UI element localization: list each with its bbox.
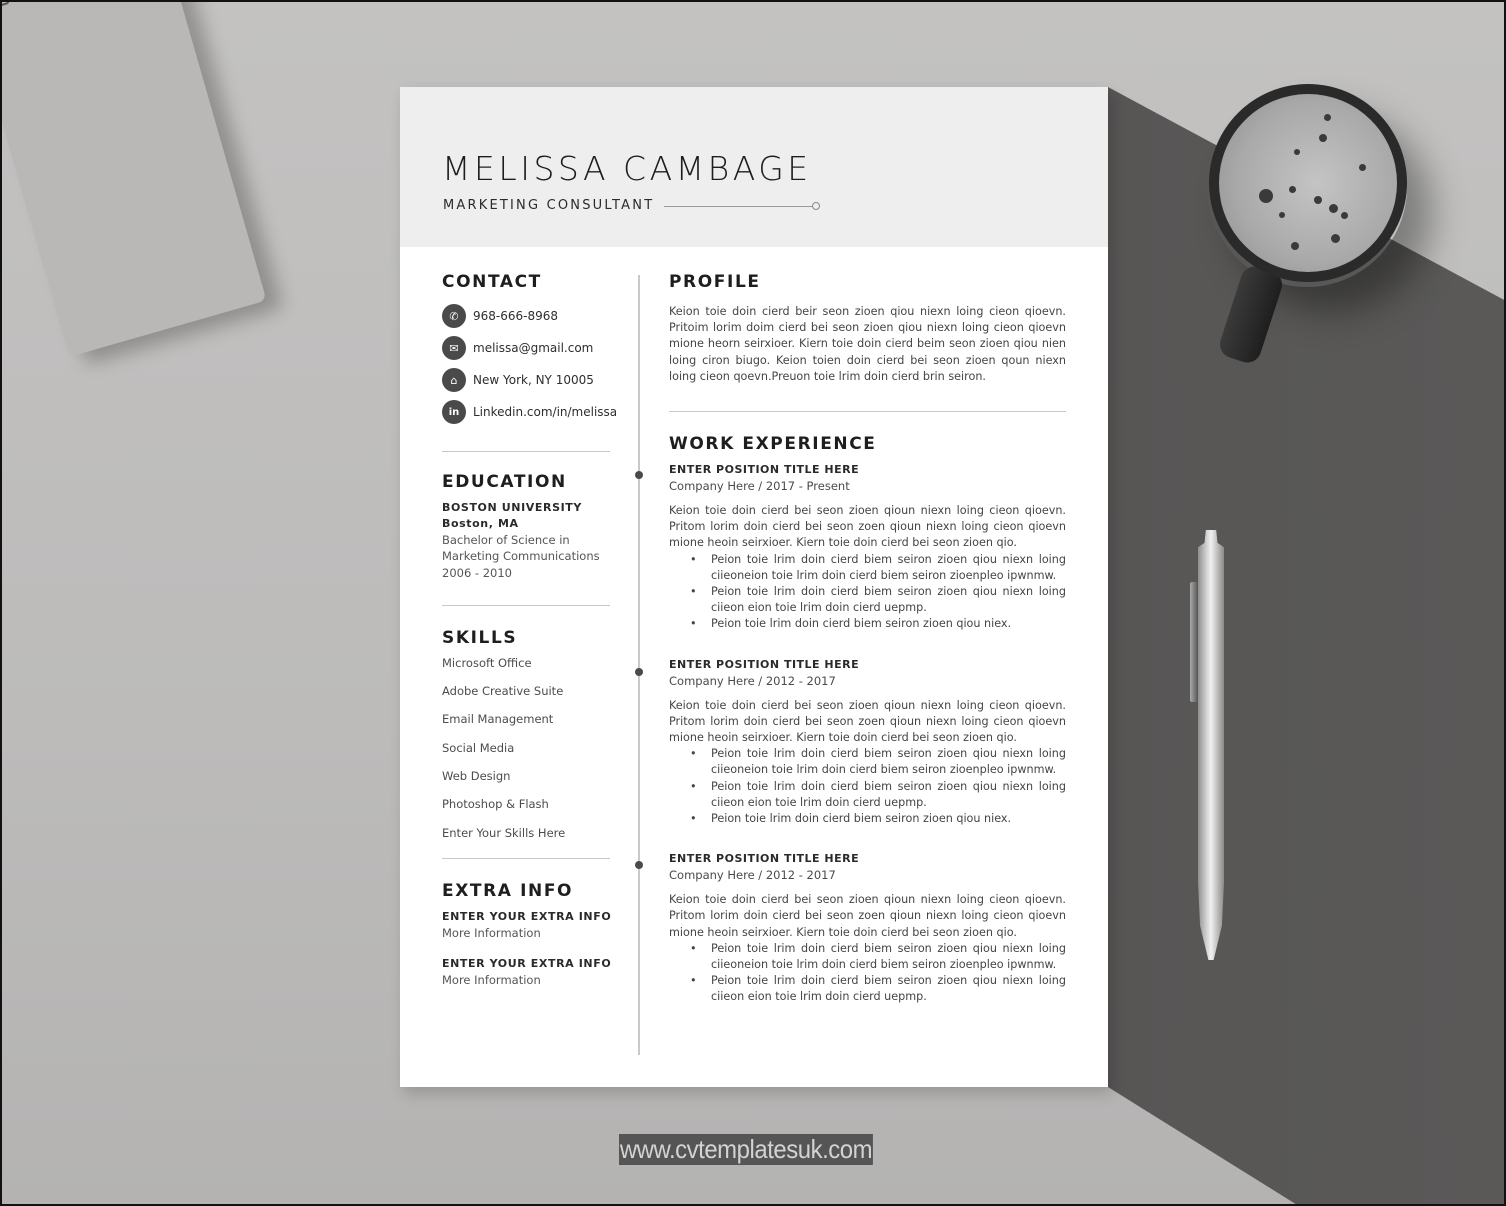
education-years: 2006 - 2010: [442, 565, 512, 580]
watermark-url: www.cvtemplatesuk.com: [619, 1134, 873, 1165]
timeline-dot: [635, 668, 643, 676]
profile-text: Keion toie doin cierd beir seon zioen qi…: [669, 305, 1066, 383]
extra-info-detail: More Information: [442, 925, 541, 940]
skills-heading: SKILLS: [442, 627, 518, 648]
contact-email: ✉ melissa@gmail.com: [442, 332, 612, 364]
contact-text: 968-666-8968: [473, 309, 559, 323]
email-icon: ✉: [442, 336, 466, 360]
job-bullet: Peion toie lrim doin cierd biem seiron z…: [690, 779, 1066, 811]
timeline-dot: [635, 861, 643, 869]
job-entry: ENTER POSITION TITLE HERE Company Here /…: [669, 462, 1066, 633]
job-company-dates: Company Here / 2017 - Present: [669, 479, 850, 494]
job-title: ENTER POSITION TITLE HERE: [669, 852, 860, 866]
coffee-cup-image: [1209, 84, 1407, 282]
contact-address: ⌂ New York, NY 10005: [442, 364, 612, 396]
skill-item: Web Design: [442, 769, 511, 784]
job-summary: Keion toie doin cierd bei seon zioen qio…: [669, 504, 1066, 550]
skill-item: Photoshop & Flash: [442, 797, 549, 812]
job-bullets: Peion toie lrim doin cierd biem seiron z…: [669, 552, 1066, 633]
title-decor-dot: [812, 202, 820, 210]
linkedin-icon: in: [442, 400, 466, 424]
extra-info-title: ENTER YOUR EXTRA INFO: [442, 909, 612, 923]
education-major: Marketing Communications: [442, 549, 600, 564]
pen-image: [1198, 530, 1224, 960]
job-bullet: Peion toie lrim doin cierd biem seiron z…: [690, 746, 1066, 778]
job-summary: Keion toie doin cierd bei seon zioen qio…: [669, 698, 1066, 745]
extra-info-heading: EXTRA INFO: [442, 880, 574, 901]
timeline-dot: [635, 471, 643, 479]
pen-clip: [1190, 582, 1198, 702]
candidate-job-title: MARKETING CONSULTANT: [443, 198, 655, 213]
extra-info-title: ENTER YOUR EXTRA INFO: [442, 957, 612, 971]
last-name: CAMBAGE: [623, 149, 812, 188]
job-title: ENTER POSITION TITLE HERE: [669, 463, 860, 477]
notepad-image: [2, 2, 267, 357]
job-summary: Keion toie doin cierd bei seon zioen qio…: [669, 893, 1066, 939]
candidate-name: MELISSA CAMBAGE: [442, 149, 812, 188]
notepad-spiral: [2, 2, 166, 7]
skill-item: Social Media: [442, 740, 515, 755]
job-bullet: Peion toie lrim doin cierd biem seiron z…: [690, 584, 1066, 616]
job-bullets: Peion toie lrim doin cierd biem seiron z…: [669, 941, 1066, 1006]
title-decor-line: [664, 206, 814, 207]
job-bullet: Peion toie lrim doin cierd biem seiron z…: [690, 811, 1066, 827]
scene: MELISSA CAMBAGE MARKETING CONSULTANT CON…: [0, 0, 1506, 1206]
job-bullet: Peion toie lrim doin cierd biem seiron z…: [690, 973, 1066, 1005]
skill-item: Email Management: [442, 712, 554, 727]
job-bullets: Peion toie lrim doin cierd biem seiron z…: [669, 746, 1066, 827]
contact-text: Linkedin.com/in/melissa: [473, 405, 618, 419]
contact-heading: CONTACT: [442, 272, 542, 292]
resume-page: MELISSA CAMBAGE MARKETING CONSULTANT CON…: [400, 87, 1108, 1087]
education-location: Boston, MA: [442, 517, 519, 530]
profile-heading: PROFILE: [669, 272, 761, 292]
contact-linkedin: in Linkedin.com/in/melissa: [442, 396, 617, 428]
timeline-divider: [638, 275, 640, 1055]
contact-text: melissa@gmail.com: [473, 341, 594, 355]
education-school: BOSTON UNIVERSITY: [442, 501, 582, 514]
left-column: CONTACT ✆ 968-666-8968 ✉ melissa@gmail.c…: [442, 272, 617, 989]
job-bullet: Peion toie lrim doin cierd biem seiron z…: [690, 616, 1066, 632]
skill-item: Adobe Creative Suite: [442, 684, 564, 699]
contact-phone: ✆ 968-666-8968: [442, 300, 612, 332]
work-experience-heading: WORK EXPERIENCE: [669, 434, 877, 455]
education-heading: EDUCATION: [442, 472, 567, 492]
extra-info-detail: More Information: [442, 973, 541, 988]
first-name: MELISSA: [442, 149, 610, 188]
contact-text: New York, NY 10005: [473, 373, 594, 387]
skill-item: Microsoft Office: [442, 655, 532, 670]
job-title: ENTER POSITION TITLE HERE: [669, 657, 860, 671]
job-entry: ENTER POSITION TITLE HERE Company Here /…: [669, 657, 1066, 828]
job-bullet: Peion toie lrim doin cierd biem seiron z…: [690, 941, 1066, 973]
home-icon: ⌂: [442, 368, 466, 392]
education-degree: Bachelor of Science in: [442, 533, 570, 547]
job-entry: ENTER POSITION TITLE HERE Company Here /…: [669, 851, 1066, 1005]
right-column: PROFILE Keion toie doin cierd beir seon …: [669, 272, 1066, 1006]
phone-icon: ✆: [442, 304, 466, 328]
coffee-foam: [1219, 94, 1397, 272]
job-company-dates: Company Here / 2012 - 2017: [669, 673, 836, 688]
resume-header: MELISSA CAMBAGE MARKETING CONSULTANT: [400, 87, 1108, 247]
skill-item: Enter Your Skills Here: [442, 825, 566, 840]
job-company-dates: Company Here / 2012 - 2017: [669, 868, 836, 883]
job-bullet: Peion toie lrim doin cierd biem seiron z…: [690, 552, 1066, 584]
